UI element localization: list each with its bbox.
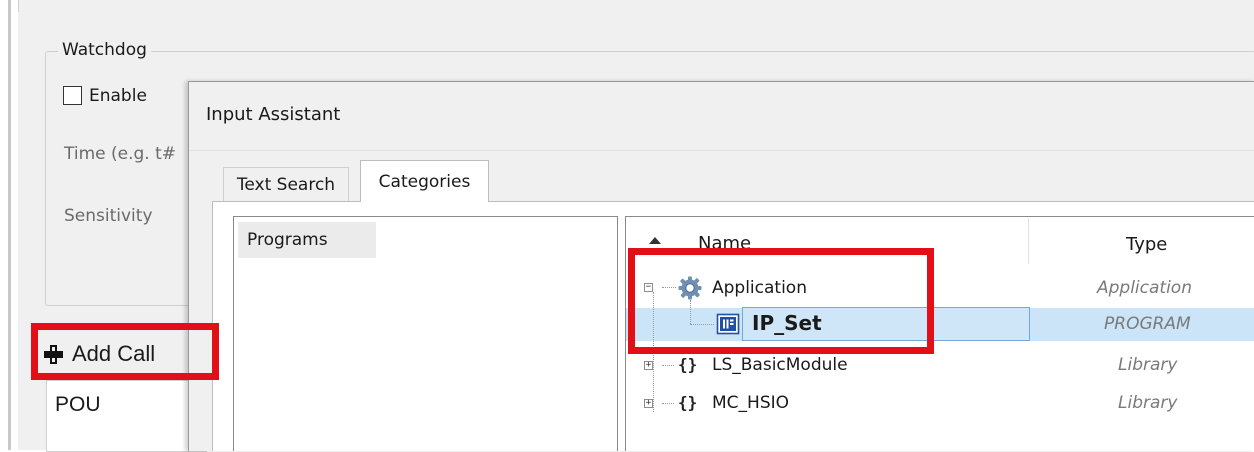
window-left-border <box>8 0 11 450</box>
column-header-name[interactable]: Name <box>698 233 751 248</box>
column-separator <box>1028 218 1029 264</box>
expand-icon[interactable]: + <box>644 361 653 370</box>
type-cell: PROGRAM <box>1104 314 1191 334</box>
category-item-programs[interactable]: Programs <box>238 222 376 258</box>
enable-label: Enable <box>89 86 147 106</box>
type-cell: Library <box>1118 355 1178 375</box>
pou-column-header: POU <box>55 393 101 416</box>
ipset-highlight-box <box>628 248 934 354</box>
type-cell: Library <box>1118 393 1178 413</box>
tab-text-search[interactable]: Text Search <box>223 167 349 201</box>
watchdog-title: Watchdog <box>58 40 151 60</box>
expand-icon[interactable]: + <box>644 399 653 408</box>
title-separator <box>189 150 1254 151</box>
time-label: Time (e.g. t# <box>64 144 177 164</box>
tree-line <box>662 365 674 366</box>
dialog-title: Input Assistant <box>206 104 341 125</box>
sensitivity-label: Sensitivity <box>64 206 153 226</box>
type-cell: Application <box>1097 278 1192 298</box>
tab-categories[interactable]: Categories <box>360 160 489 202</box>
sort-up-icon <box>649 237 661 244</box>
add-call-highlight-box <box>31 323 219 380</box>
library-icon: {} <box>678 355 698 374</box>
enable-checkbox[interactable] <box>63 86 82 105</box>
library-icon: {} <box>678 393 698 412</box>
tree-item-ls-basicmodule[interactable]: LS_BasicModule <box>712 355 848 375</box>
column-header-type[interactable]: Type <box>1126 234 1167 255</box>
tree-line <box>662 403 674 404</box>
tree-item-mc-hsio[interactable]: MC_HSIO <box>712 393 789 413</box>
